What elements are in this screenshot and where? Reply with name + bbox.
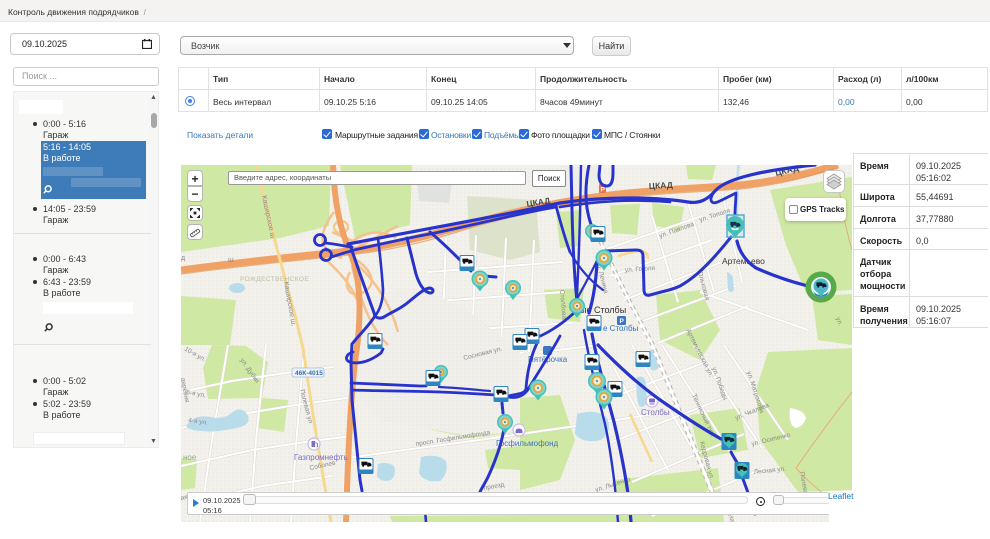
svg-text:е Столбы: е Столбы	[603, 324, 639, 333]
svg-text:ЦКАД: ЦКАД	[649, 180, 673, 191]
svg-text:ые Столбы: ые Столбы	[580, 305, 626, 315]
svg-text:Р: Р	[601, 187, 606, 194]
svg-text:Р: Р	[620, 318, 625, 325]
svg-text:46К-4015: 46К-4015	[295, 370, 323, 377]
svg-text:Госфильмофонд: Госфильмофонд	[496, 439, 559, 448]
svg-text:ное: ное	[183, 453, 197, 462]
svg-text:д: д	[181, 255, 185, 262]
svg-text:Столбы: Столбы	[641, 408, 670, 417]
svg-text:Газпромнефть: Газпромнефть	[294, 453, 348, 462]
svg-text:РОЖДЕСТВЕНСКОЕ: РОЖДЕСТВЕНСКОЕ	[240, 276, 309, 283]
svg-text:ш: ш	[228, 257, 234, 264]
